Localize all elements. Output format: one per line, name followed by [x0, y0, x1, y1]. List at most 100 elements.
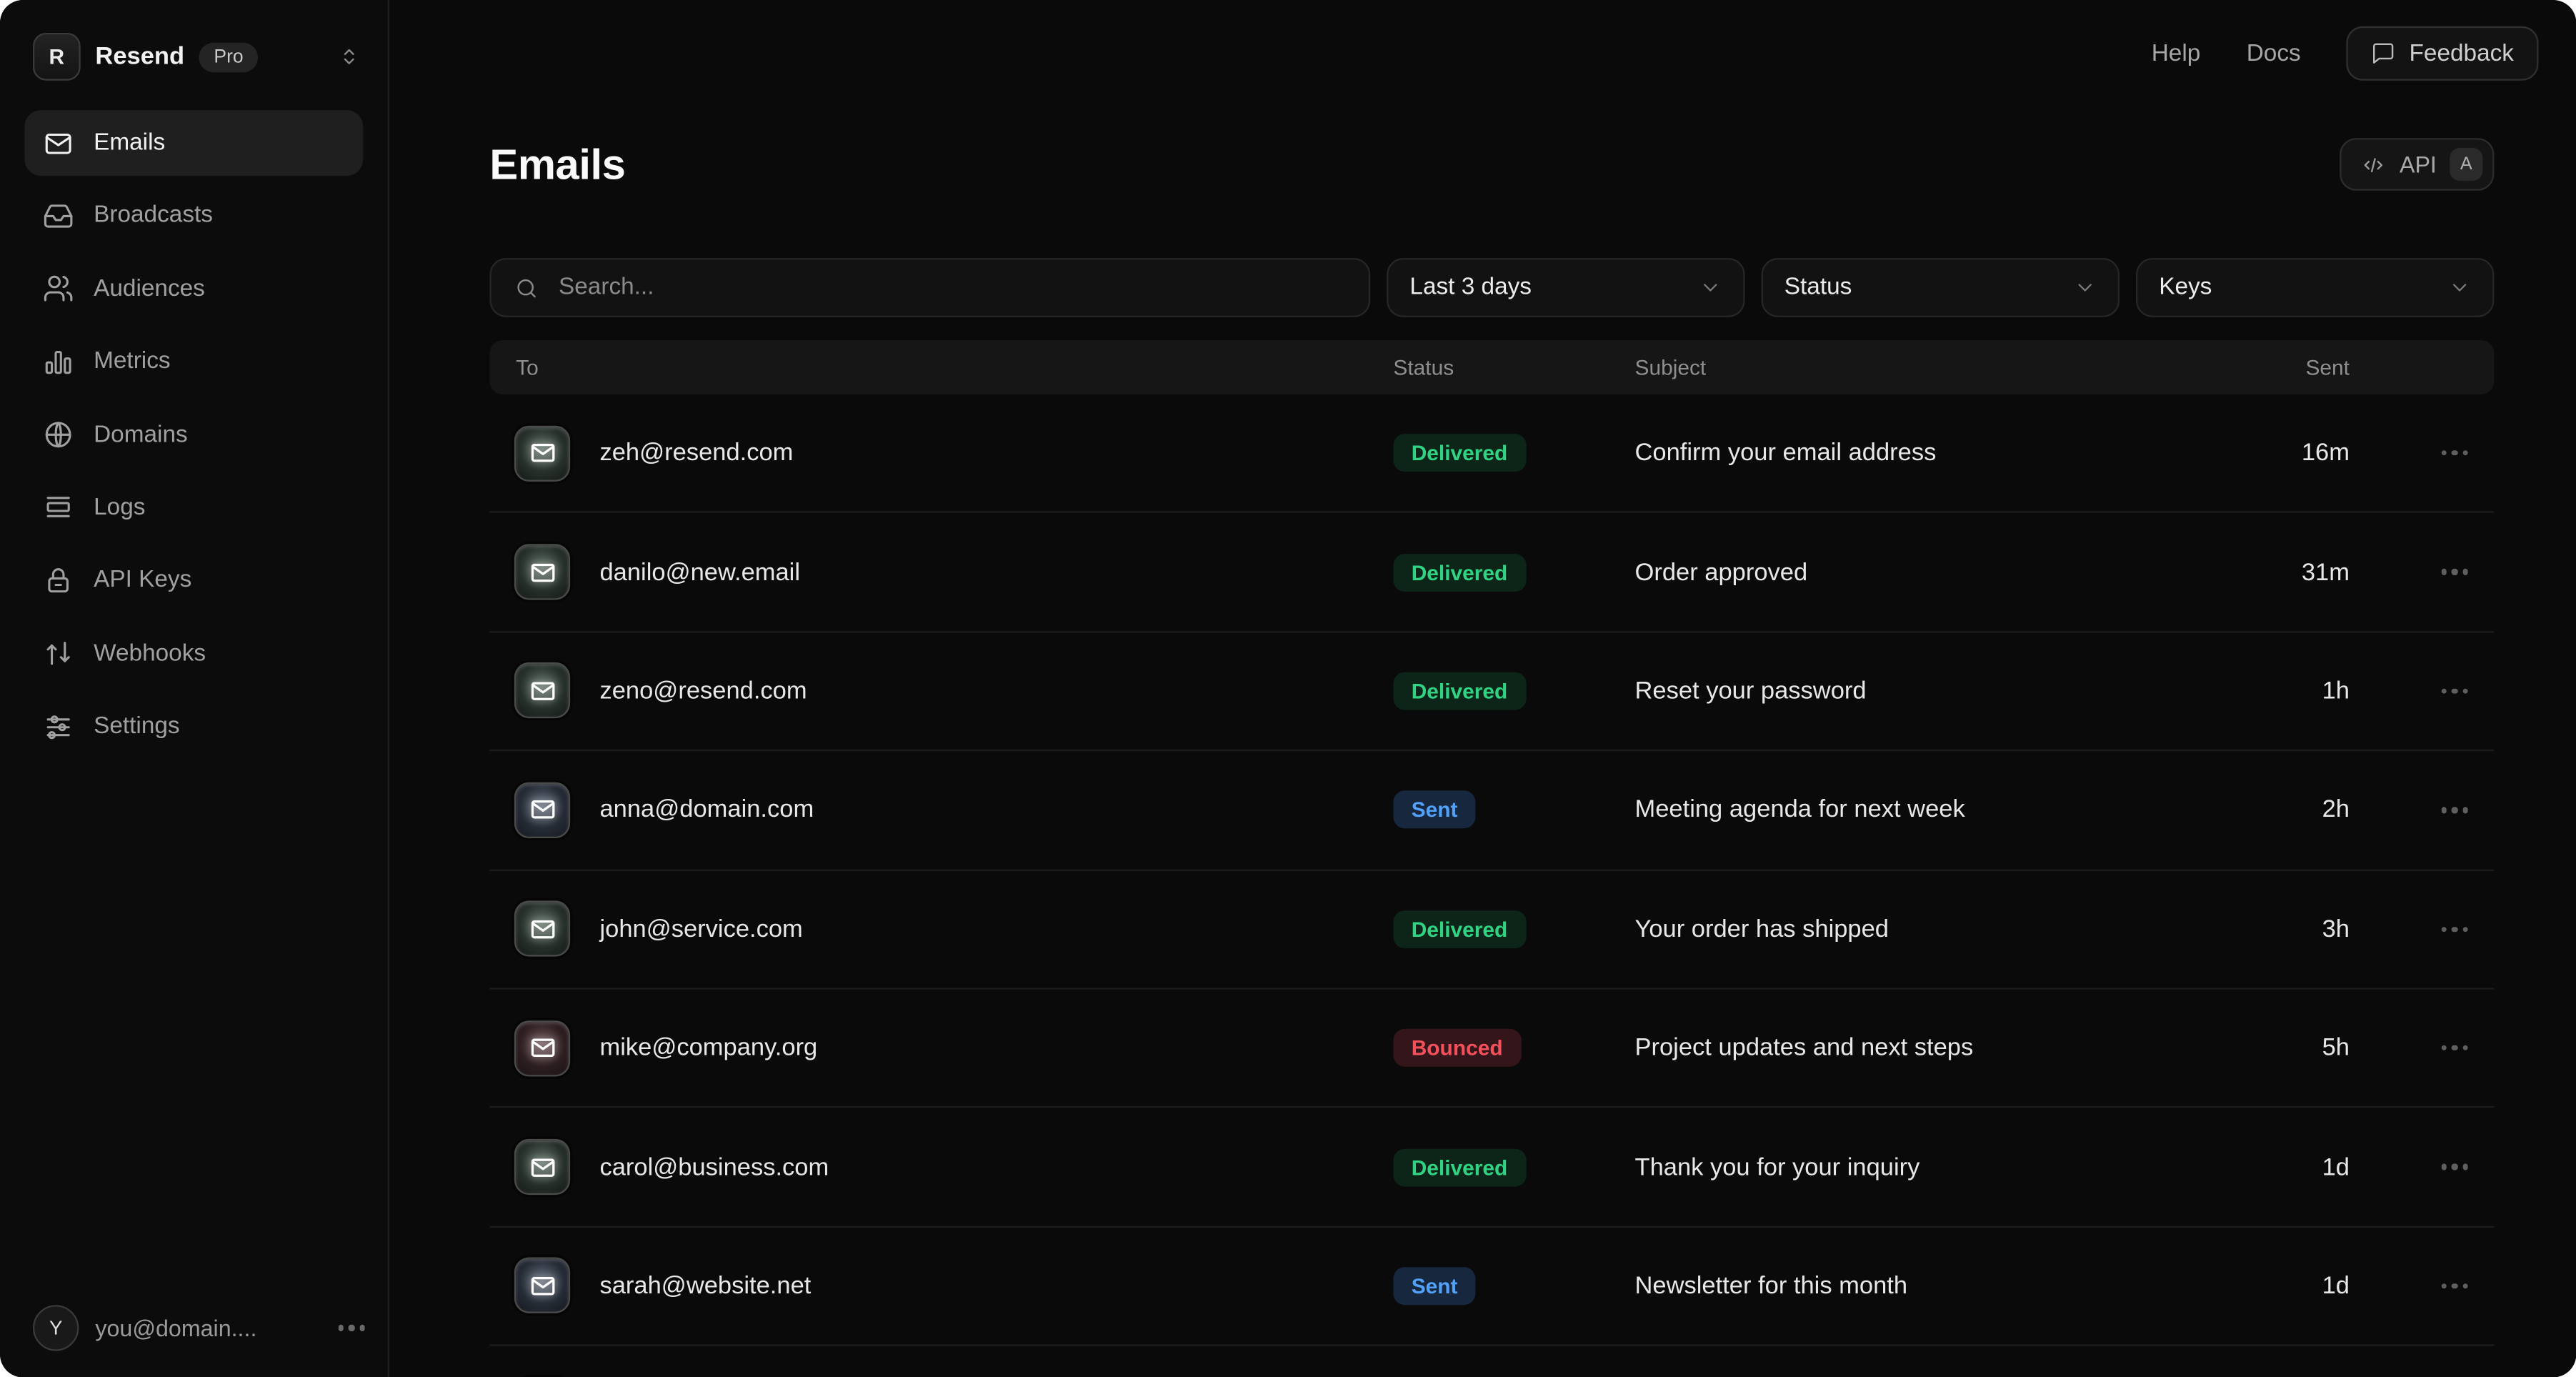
- sidebar-item-label: API Keys: [94, 567, 191, 594]
- app-window: R Resend Pro Emails Broadcasts: [0, 0, 2576, 1377]
- filter-dropdown-label: Status: [1784, 274, 1852, 301]
- page-header: Emails API A: [489, 138, 2494, 191]
- unfold-vertical-icon: [337, 44, 362, 69]
- cell-sent: 1h: [2227, 677, 2350, 705]
- sidebar-item[interactable]: Emails: [25, 110, 364, 176]
- cell-sent: 31m: [2227, 558, 2350, 586]
- cell-to: zeno@resend.com: [600, 677, 1394, 705]
- envelope-icon: [514, 782, 570, 837]
- filter-bar: Last 3 days Status Keys: [489, 258, 2494, 317]
- sidebar-item[interactable]: Broadcasts: [25, 183, 364, 249]
- workspace-name: Resend: [95, 43, 184, 71]
- filter-dropdown[interactable]: Status: [1762, 258, 2120, 317]
- row-menu-ellipsis-icon[interactable]: [2441, 688, 2495, 694]
- emails-table: To Status Subject Sent zeh@resend.com De…: [489, 340, 2494, 1377]
- sidebar-item[interactable]: API Keys: [25, 548, 364, 614]
- envelope-icon: [514, 1020, 570, 1075]
- sidebar-item[interactable]: Logs: [25, 475, 364, 541]
- search-input[interactable]: [555, 273, 1345, 302]
- main-content: Help Docs Feedback Emails API A: [389, 0, 2576, 1377]
- scale-wrapper: R Resend Pro Emails Broadcasts: [0, 0, 2576, 1377]
- table-row[interactable]: carol@business.com Delivered Thank you f…: [489, 1107, 2494, 1226]
- envelope-icon: [514, 1258, 570, 1313]
- table-row[interactable]: zeno@resend.com Delivered Reset your pas…: [489, 631, 2494, 750]
- sidebar-item[interactable]: Webhooks: [25, 621, 364, 687]
- user-menu[interactable]: Y you@domain....: [33, 1305, 365, 1351]
- cell-subject: Order approved: [1635, 558, 2227, 586]
- ellipsis-icon[interactable]: [338, 1325, 365, 1331]
- users-icon: [43, 273, 74, 304]
- sidebar-item[interactable]: Domains: [25, 402, 364, 467]
- envelope-icon: [43, 127, 74, 159]
- cell-subject: Your order has shipped: [1635, 915, 2227, 943]
- shortcut-key-badge: A: [2450, 148, 2482, 181]
- page-title: Emails: [489, 139, 625, 189]
- cell-to: mike@company.org: [600, 1034, 1394, 1062]
- bar-chart-icon: [43, 347, 74, 378]
- table-row[interactable]: sarah@website.net Sent Newsletter for th…: [489, 1226, 2494, 1344]
- filter-dropdown-label: Last 3 days: [1409, 274, 1532, 301]
- lock-icon: [43, 565, 74, 597]
- sidebar-item-label: Audiences: [94, 276, 205, 302]
- search-box[interactable]: [489, 258, 1370, 317]
- table-row[interactable]: anna@domain.com Sent Meeting agenda for …: [489, 750, 2494, 868]
- envelope-icon: [514, 1139, 570, 1195]
- user-email: you@domain....: [95, 1315, 321, 1341]
- filter-dropdowns: Last 3 days Status Keys: [1387, 258, 2494, 317]
- sidebar-item[interactable]: Settings: [25, 694, 364, 760]
- avatar-initial: Y: [49, 1316, 62, 1339]
- cell-subject: Thank you for your inquiry: [1635, 1153, 2227, 1181]
- cell-subject: Reset your password: [1635, 677, 2227, 705]
- table-row[interactable]: Delivered: [489, 1345, 2494, 1377]
- sidebar-item[interactable]: Metrics: [25, 329, 364, 394]
- chevron-down-icon: [2448, 276, 2471, 299]
- table-row[interactable]: mike@company.org Bounced Project updates…: [489, 988, 2494, 1106]
- workspace-switcher[interactable]: R Resend Pro: [0, 0, 388, 97]
- row-menu-ellipsis-icon[interactable]: [2441, 807, 2495, 813]
- cell-to: john@service.com: [600, 915, 1394, 943]
- inbox-icon: [43, 200, 74, 232]
- column-header-to: To: [516, 355, 1393, 380]
- resend-logo-letter: R: [49, 44, 65, 69]
- filter-dropdown-label: Keys: [2159, 274, 2212, 301]
- chevron-down-icon: [2074, 276, 2097, 299]
- chevron-down-icon: [1699, 276, 1722, 299]
- cell-to: danilo@new.email: [600, 558, 1394, 586]
- cell-sent: 5h: [2227, 1034, 2350, 1062]
- envelope-icon: [514, 544, 570, 600]
- sidebar-item-label: Broadcasts: [94, 203, 213, 229]
- code-icon: [2362, 152, 2387, 177]
- row-menu-ellipsis-icon[interactable]: [2441, 1164, 2495, 1170]
- row-menu-ellipsis-icon[interactable]: [2441, 570, 2495, 575]
- table-body: zeh@resend.com Delivered Confirm your em…: [489, 394, 2494, 1377]
- envelope-icon: [514, 663, 570, 719]
- api-button-label: API: [2400, 151, 2437, 178]
- sidebar-item-label: Settings: [94, 713, 180, 740]
- table-row[interactable]: zeh@resend.com Delivered Confirm your em…: [489, 394, 2494, 512]
- cell-subject: Newsletter for this month: [1635, 1272, 2227, 1300]
- envelope-icon: [514, 901, 570, 957]
- globe-icon: [43, 419, 74, 451]
- cell-to: anna@domain.com: [600, 796, 1394, 824]
- status-badge: Sent: [1393, 1267, 1475, 1305]
- column-header-sent: Sent: [2227, 355, 2350, 380]
- row-menu-ellipsis-icon[interactable]: [2441, 450, 2495, 456]
- table-row[interactable]: danilo@new.email Delivered Order approve…: [489, 512, 2494, 630]
- feedback-label: Feedback: [2410, 40, 2514, 66]
- cell-sent: 16m: [2227, 439, 2350, 467]
- sidebar-item[interactable]: Audiences: [25, 256, 364, 322]
- filter-dropdown[interactable]: Keys: [2136, 258, 2494, 317]
- api-button[interactable]: API A: [2340, 138, 2494, 191]
- topbar: Help Docs Feedback: [2152, 26, 2539, 81]
- sidebar-nav: Emails Broadcasts Audiences Metrics: [0, 97, 388, 760]
- table-row[interactable]: john@service.com Delivered Your order ha…: [489, 869, 2494, 988]
- row-menu-ellipsis-icon[interactable]: [2441, 1283, 2495, 1289]
- docs-link[interactable]: Docs: [2247, 40, 2301, 66]
- column-header-subject: Subject: [1635, 355, 2227, 380]
- feedback-button[interactable]: Feedback: [2347, 26, 2538, 81]
- row-menu-ellipsis-icon[interactable]: [2441, 1045, 2495, 1051]
- row-menu-ellipsis-icon[interactable]: [2441, 926, 2495, 932]
- filter-dropdown[interactable]: Last 3 days: [1387, 258, 1744, 317]
- help-link[interactable]: Help: [2152, 40, 2201, 66]
- sidebar: R Resend Pro Emails Broadcasts: [0, 0, 389, 1377]
